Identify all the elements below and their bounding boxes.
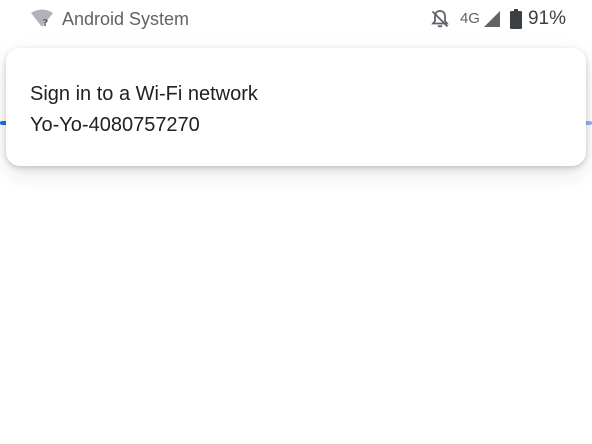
android-screen: ? Android System 4G 91% Sign in to a Wi-… [0,0,592,444]
notification-source-label: Android System [62,9,190,29]
signal-icon [483,10,501,28]
bell-off-icon [430,9,450,29]
battery-icon [509,9,522,29]
notification-network-name: Yo-Yo-4080757270 [30,114,200,136]
network-type-label: 4G [459,10,480,27]
svg-text:?: ? [43,18,49,29]
battery-percent: 91% [527,8,566,29]
status-bar: ? Android System 4G 91% [0,0,592,38]
status-icons: 4G 91% [430,7,566,31]
wifi-question-icon: ? [30,9,54,29]
wifi-sign-in-notification[interactable]: Sign in to a Wi-Fi network Yo-Yo-4080757… [6,48,586,166]
notification-title: Sign in to a Wi-Fi network [30,83,258,105]
